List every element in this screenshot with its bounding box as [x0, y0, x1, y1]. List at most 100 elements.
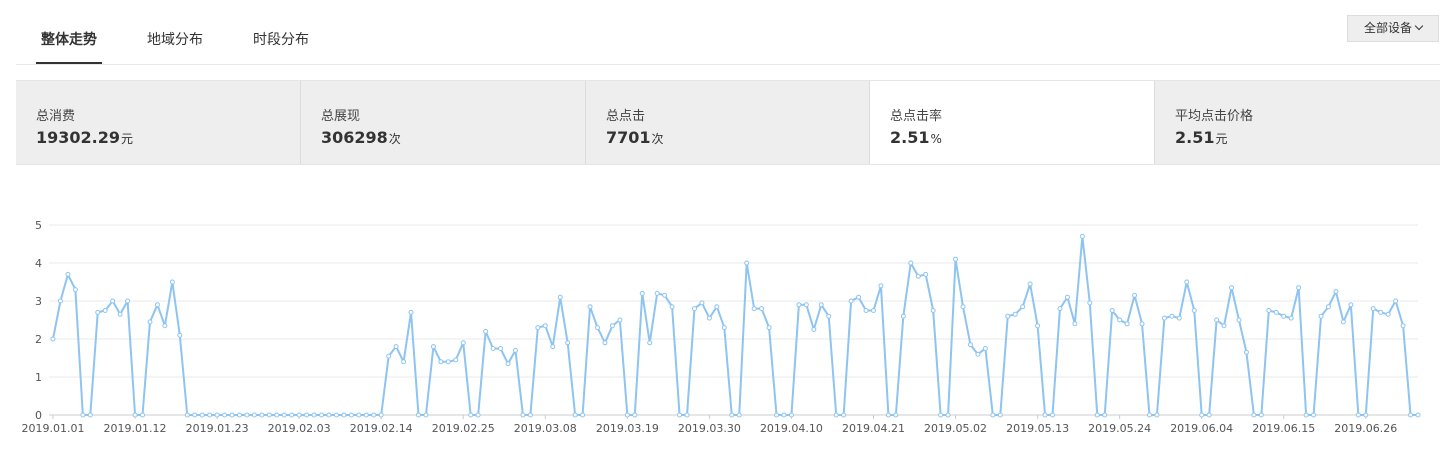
- data-point[interactable]: [684, 412, 690, 418]
- data-point[interactable]: [870, 308, 876, 313]
- data-point[interactable]: [386, 353, 392, 359]
- data-point[interactable]: [483, 328, 489, 334]
- tab-overall-trend[interactable]: 整体走势: [36, 0, 102, 64]
- stat-total-cost[interactable]: 总消费 19302.29元: [16, 81, 301, 164]
- data-point[interactable]: [654, 290, 660, 296]
- data-point[interactable]: [393, 344, 399, 350]
- data-point[interactable]: [1139, 321, 1145, 327]
- data-point[interactable]: [475, 412, 481, 418]
- data-point[interactable]: [938, 412, 944, 418]
- data-point[interactable]: [878, 283, 884, 289]
- data-point[interactable]: [1333, 289, 1339, 294]
- data-point[interactable]: [930, 308, 936, 313]
- data-point[interactable]: [125, 298, 131, 304]
- data-point[interactable]: [900, 313, 906, 319]
- data-point[interactable]: [975, 351, 981, 357]
- data-point[interactable]: [319, 412, 325, 418]
- stat-total-clicks[interactable]: 总点击 7701次: [586, 81, 870, 164]
- data-point[interactable]: [1072, 321, 1078, 327]
- data-point[interactable]: [289, 412, 295, 418]
- data-point[interactable]: [147, 319, 153, 325]
- data-point[interactable]: [453, 357, 459, 363]
- data-point[interactable]: [818, 302, 824, 308]
- data-point[interactable]: [1325, 304, 1331, 310]
- data-point[interactable]: [1355, 412, 1361, 418]
- tab-region-distribution[interactable]: 地域分布: [142, 0, 208, 64]
- data-point[interactable]: [833, 412, 839, 418]
- data-point[interactable]: [1012, 311, 1018, 317]
- data-point[interactable]: [423, 412, 429, 418]
- data-point[interactable]: [826, 313, 832, 319]
- data-point[interactable]: [945, 412, 951, 418]
- data-point[interactable]: [281, 412, 287, 418]
- data-point[interactable]: [751, 306, 757, 312]
- data-point[interactable]: [460, 340, 466, 346]
- data-point[interactable]: [140, 412, 146, 418]
- data-point[interactable]: [580, 412, 586, 418]
- data-point[interactable]: [1378, 309, 1384, 315]
- data-point[interactable]: [915, 273, 921, 279]
- data-point[interactable]: [1415, 412, 1421, 418]
- data-point[interactable]: [788, 412, 794, 418]
- data-point[interactable]: [1258, 412, 1264, 418]
- data-point[interactable]: [721, 325, 727, 331]
- data-point[interactable]: [691, 306, 697, 312]
- data-point[interactable]: [617, 317, 623, 323]
- data-point[interactable]: [1348, 302, 1354, 308]
- data-point[interactable]: [1057, 306, 1063, 312]
- data-point[interactable]: [960, 304, 966, 310]
- data-point[interactable]: [1184, 279, 1190, 285]
- data-point[interactable]: [1102, 412, 1108, 418]
- data-point[interactable]: [953, 256, 959, 262]
- data-point[interactable]: [602, 340, 608, 346]
- stat-click-rate[interactable]: 总点击率 2.51%: [870, 81, 1155, 164]
- data-point[interactable]: [1064, 294, 1070, 300]
- data-point[interactable]: [1221, 323, 1227, 329]
- data-point[interactable]: [647, 340, 653, 346]
- data-point[interactable]: [997, 412, 1003, 418]
- data-point[interactable]: [923, 271, 929, 277]
- data-point[interactable]: [1199, 412, 1205, 418]
- data-point[interactable]: [102, 308, 108, 313]
- data-point[interactable]: [505, 361, 511, 367]
- data-point[interactable]: [371, 412, 377, 418]
- data-point[interactable]: [304, 412, 310, 418]
- data-point[interactable]: [222, 412, 228, 418]
- data-point[interactable]: [527, 412, 533, 418]
- data-point[interactable]: [1027, 281, 1033, 287]
- data-point[interactable]: [1214, 317, 1220, 323]
- data-point[interactable]: [908, 260, 914, 266]
- data-point[interactable]: [863, 308, 869, 313]
- data-point[interactable]: [1042, 412, 1048, 418]
- data-point[interactable]: [498, 346, 504, 351]
- data-point[interactable]: [1087, 300, 1093, 306]
- data-point[interactable]: [401, 359, 407, 365]
- data-point[interactable]: [990, 412, 996, 418]
- data-point[interactable]: [841, 412, 847, 418]
- data-point[interactable]: [669, 304, 675, 310]
- data-point[interactable]: [1385, 311, 1391, 317]
- data-point[interactable]: [311, 412, 317, 418]
- data-point[interactable]: [893, 412, 899, 418]
- data-point[interactable]: [1035, 323, 1041, 329]
- data-point[interactable]: [1176, 315, 1182, 321]
- data-point[interactable]: [490, 346, 496, 351]
- data-point[interactable]: [274, 412, 280, 418]
- data-point[interactable]: [1363, 412, 1369, 418]
- data-point[interactable]: [1340, 319, 1346, 325]
- data-point[interactable]: [1393, 298, 1399, 304]
- data-point[interactable]: [415, 412, 421, 418]
- data-point[interactable]: [87, 412, 93, 418]
- data-point[interactable]: [438, 359, 444, 365]
- data-point[interactable]: [80, 412, 86, 418]
- data-point[interactable]: [856, 294, 862, 300]
- data-point[interactable]: [1243, 349, 1249, 355]
- data-point[interactable]: [363, 412, 369, 418]
- data-point[interactable]: [1370, 306, 1376, 312]
- data-point[interactable]: [214, 412, 220, 418]
- data-point[interactable]: [1400, 323, 1406, 329]
- data-point[interactable]: [803, 302, 809, 308]
- data-point[interactable]: [1296, 285, 1302, 291]
- data-point[interactable]: [348, 412, 354, 418]
- data-point[interactable]: [885, 412, 891, 418]
